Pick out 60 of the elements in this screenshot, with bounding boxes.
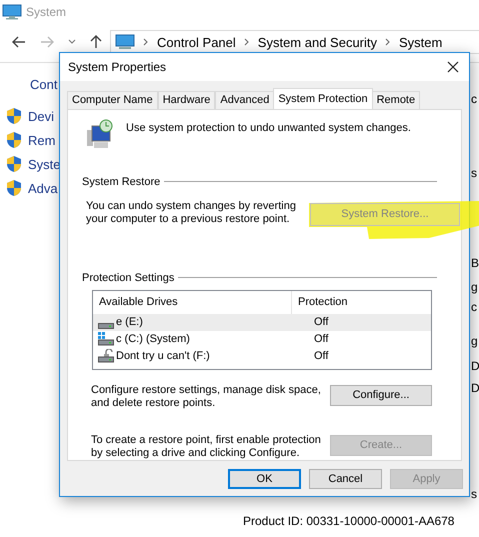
text-fragment: g [471, 334, 478, 348]
breadcrumb-item[interactable]: System [399, 34, 442, 50]
drive-name: e (E:) [115, 316, 144, 328]
intro-text: Use system protection to undo unwanted system changes. [126, 122, 411, 134]
text-fragment: D [471, 359, 479, 373]
shield-icon [6, 131, 22, 149]
locked-drive-icon [98, 348, 114, 362]
text-fragment: c [471, 92, 477, 106]
sidebar-link[interactable]: Syste [28, 156, 61, 172]
protection-status: Off [313, 333, 330, 345]
text-fragment: B [471, 256, 479, 270]
tab[interactable]: Remote [372, 90, 420, 108]
dropdown-caret-icon[interactable] [68, 39, 76, 45]
shield-icon [6, 107, 22, 125]
sidebar-heading: Cont [30, 77, 58, 92]
sidebar-link[interactable]: Adva [28, 180, 58, 196]
description-text: You can undo system changes by reverting your computer to a previous restore point. [86, 200, 297, 226]
chevron-icon [244, 38, 250, 46]
chevron-icon [385, 38, 391, 46]
group-heading: System Restore [82, 176, 160, 188]
description-text: To create a restore point, first enable protection by selecting a drive and clicking Configure. [91, 434, 322, 460]
computer-icon [115, 34, 135, 50]
dialog-button[interactable]: OK [228, 468, 301, 488]
drive-row[interactable]: Dont try u can't (F:) Off [93, 348, 431, 364]
text-fragment: c [471, 300, 477, 314]
text-fragment: s [471, 487, 477, 501]
breadcrumb-item[interactable]: Control Panel [157, 34, 236, 50]
protection-status: Off [313, 316, 330, 328]
up-arrow-icon[interactable] [90, 35, 102, 49]
back-arrow-icon[interactable] [12, 36, 26, 48]
text-fragment: g [471, 280, 478, 294]
sidebar-link[interactable]: Devi [28, 108, 54, 124]
protection-status: Off [313, 350, 330, 362]
tab[interactable]: System Protection [273, 88, 373, 108]
breadcrumb-item[interactable]: System and Security [258, 34, 377, 50]
tab[interactable]: Advanced [215, 90, 274, 108]
drive-icon [98, 322, 114, 328]
window-title: System [26, 5, 66, 19]
dialog-title: System Properties [68, 60, 166, 74]
text-fragment: s [471, 166, 477, 180]
text-fragment: D [471, 381, 479, 395]
shield-icon [6, 155, 22, 173]
product-id: Product ID: 00331-10000-00001-AA678 [243, 514, 454, 528]
drive-name: Dont try u can't (F:) [115, 350, 211, 362]
drive-name: c (C:) (System) [115, 333, 191, 345]
computer-icon [2, 4, 22, 20]
tab[interactable]: Hardware [158, 90, 216, 108]
tab[interactable]: Computer Name [67, 90, 158, 108]
shield-icon [6, 179, 22, 197]
system-drive-icon [98, 332, 114, 346]
group-heading: Protection Settings [82, 272, 174, 284]
column-header[interactable]: Available Drives [93, 290, 291, 314]
dialog-button[interactable]: Cancel [309, 468, 382, 488]
close-icon[interactable] [447, 60, 459, 73]
drive-row[interactable]: e (E:) Off [93, 314, 431, 330]
description-text: Configure restore settings, manage disk space, and delete restore points. [91, 384, 322, 410]
drive-row[interactable]: c (C:) (System) Off [93, 330, 431, 348]
chevron-icon [143, 38, 149, 46]
sidebar-link[interactable]: Rem [28, 132, 56, 148]
action-button[interactable]: Configure... [330, 384, 432, 406]
